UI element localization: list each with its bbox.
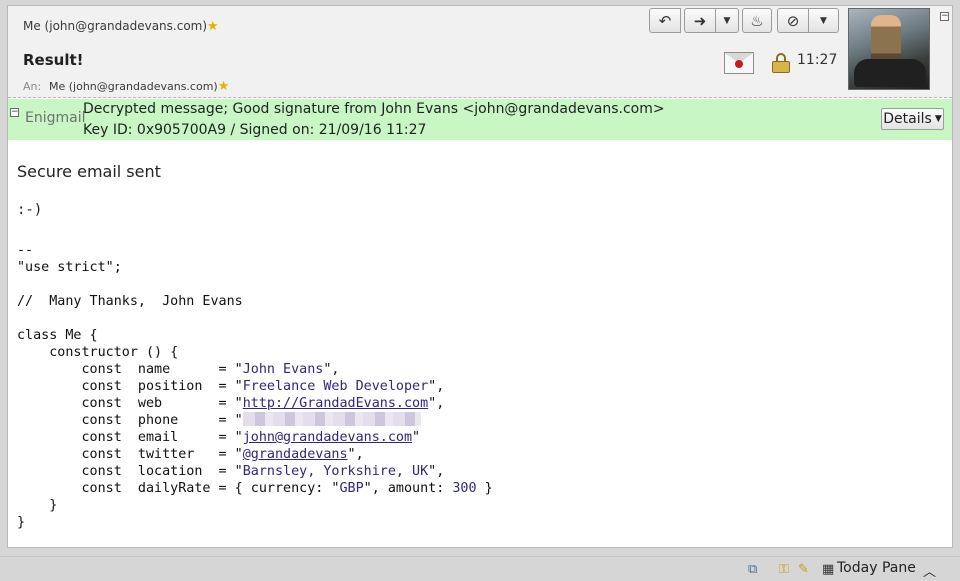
flame-button[interactable]: ♨ xyxy=(742,8,772,33)
forward-button[interactable]: ➜ xyxy=(684,8,716,33)
pencil-icon[interactable]: ✎ xyxy=(798,562,809,577)
to-address[interactable]: Me (john@grandadevans.com) xyxy=(49,80,218,93)
ctor-open: constructor () { xyxy=(17,345,179,360)
junk-button[interactable]: ⊘ xyxy=(777,8,809,33)
use-strict: "use strict"; xyxy=(17,260,122,275)
connection-icon[interactable]: ⧉ xyxy=(748,562,757,577)
message-time: 11:27 xyxy=(797,52,838,68)
email-link[interactable]: john@grandadevans.com xyxy=(243,430,412,445)
more-menu-button[interactable]: ▼ xyxy=(808,8,839,33)
signature-code: -- "use strict"; // Many Thanks, John Ev… xyxy=(17,243,493,530)
to-field[interactable]: Me (john@grandadevans.com)★ xyxy=(49,79,229,94)
reply-icon: ↶ xyxy=(658,11,672,30)
details-label: Details xyxy=(883,111,932,127)
comment: // Many Thanks, John Evans xyxy=(17,294,243,309)
name-value: John Evans xyxy=(242,362,324,377)
ctor-close: } xyxy=(17,498,58,513)
enigmail-label: Enigmail xyxy=(25,110,86,126)
avatar xyxy=(848,8,930,90)
enigmail-bar: − Enigmail Decrypted message; Good signa… xyxy=(8,99,952,140)
star-icon[interactable]: ★ xyxy=(218,79,230,94)
lock-icon[interactable] xyxy=(772,53,790,73)
currency-value: GBP xyxy=(339,481,364,496)
forward-menu-button[interactable]: ▼ xyxy=(715,8,739,33)
forward-icon: ➜ xyxy=(693,11,707,30)
collapse-header-icon[interactable]: − xyxy=(940,12,949,21)
subject: Result! xyxy=(23,51,84,69)
chevron-down-icon: ▼ xyxy=(723,15,731,26)
amount-value: 300 xyxy=(452,481,477,496)
smiley: :-) xyxy=(17,202,43,218)
chevron-up-icon[interactable]: ︿ xyxy=(923,561,936,580)
chevron-down-icon: ▼ xyxy=(934,114,942,124)
reply-button[interactable]: ↶ xyxy=(649,8,681,33)
twitter-link[interactable]: @grandadevans xyxy=(243,447,348,462)
enigmail-status: Decrypted message; Good signature from J… xyxy=(83,101,665,117)
location-value: Barnsley, Yorkshire, UK xyxy=(242,464,429,479)
from-address[interactable]: Me (john@grandadevans.com) xyxy=(23,19,207,33)
calendar-icon[interactable]: ▦ xyxy=(822,562,834,577)
signed-envelope-icon[interactable] xyxy=(724,52,754,74)
message-title: Secure email sent xyxy=(17,162,161,181)
star-icon[interactable]: ★ xyxy=(207,19,219,34)
junk-icon: ⊘ xyxy=(786,11,800,30)
web-link[interactable]: http://GrandadEvans.com xyxy=(243,396,428,411)
today-pane-button[interactable]: Today Pane xyxy=(837,560,916,576)
enigmail-key-info: Key ID: 0x905700A9 / Signed on: 21/09/16… xyxy=(83,122,427,138)
collapse-enigmail-icon[interactable]: − xyxy=(10,108,19,117)
status-bar: ⧉ ⚿ ✎ ▦ Today Pane ︿ xyxy=(0,556,960,581)
redacted-phone xyxy=(242,412,421,426)
details-button[interactable]: Details ▼ xyxy=(881,108,944,130)
class-close: } xyxy=(17,515,26,530)
to-label: An: xyxy=(23,80,42,93)
chevron-down-icon: ▼ xyxy=(820,15,827,26)
seal-icon xyxy=(735,60,743,68)
separator: -- xyxy=(17,243,34,258)
flame-icon: ♨ xyxy=(750,11,764,30)
from-field[interactable]: Me (john@grandadevans.com)★ xyxy=(23,19,219,34)
message-header: Me (john@grandadevans.com)★ Result! An: … xyxy=(8,6,952,98)
position-value: Freelance Web Developer xyxy=(242,379,429,394)
key-icon[interactable]: ⚿ xyxy=(779,562,789,577)
message-pane: Me (john@grandadevans.com)★ Result! An: … xyxy=(7,5,953,548)
class-open: class Me { xyxy=(17,328,98,343)
